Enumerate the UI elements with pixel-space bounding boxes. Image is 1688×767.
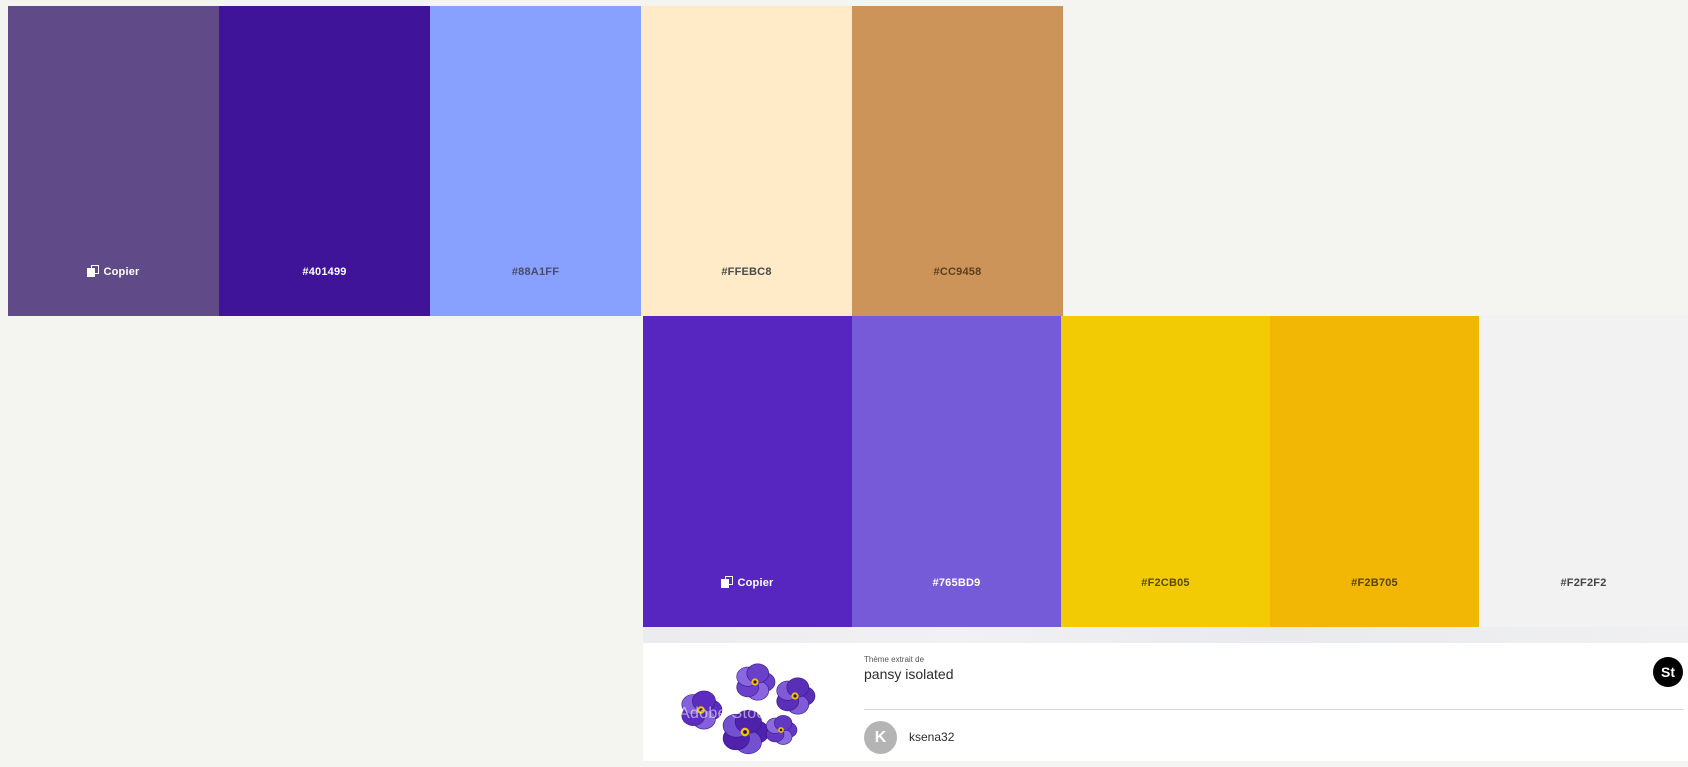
divider — [864, 709, 1684, 710]
swatch-label-text: #FFEBC8 — [721, 266, 772, 278]
copy-icon — [87, 265, 100, 278]
hex-code-label: #FFEBC8 — [641, 266, 852, 278]
copy-button[interactable]: Copier — [643, 576, 852, 589]
hex-code-label: #F2F2F2 — [1479, 577, 1688, 589]
swatch-label-text: Copier — [103, 265, 140, 278]
color-swatch[interactable]: #765BD9 — [852, 316, 1061, 627]
hex-code-label: #F2B705 — [1270, 577, 1479, 589]
theme-info-card: Adobe Stock Thème extrait de pansy isola… — [643, 643, 1688, 761]
swatch-label-text: #CC9458 — [933, 266, 982, 278]
adobe-stock-icon[interactable]: St — [1653, 657, 1683, 687]
color-swatch[interactable]: Copier — [8, 6, 219, 316]
pansy-flower — [736, 663, 776, 701]
avatar[interactable]: K — [864, 721, 897, 754]
theme-source-caption: Thème extrait de — [864, 655, 925, 664]
hex-code-label: #765BD9 — [852, 577, 1061, 589]
hex-code-label: #401499 — [219, 266, 430, 278]
color-swatch[interactable]: #F2CB05 — [1061, 316, 1270, 627]
color-swatch[interactable]: #88A1FF — [430, 6, 641, 316]
palette-bottom: Copier #765BD9 #F2CB05 #F2B705 #F2F2F2 — [643, 316, 1688, 627]
author-name[interactable]: ksena32 — [909, 730, 954, 744]
color-swatch[interactable]: Copier — [643, 316, 852, 627]
color-swatch[interactable]: #CC9458 — [852, 6, 1063, 316]
color-swatch[interactable]: #F2F2F2 — [1479, 316, 1688, 627]
copy-icon — [721, 576, 734, 589]
theme-title[interactable]: pansy isolated — [864, 666, 954, 682]
palette-top: Copier #401499 #88A1FF #FFEBC8 #CC9458 — [8, 6, 1063, 316]
color-swatch[interactable]: #F2B705 — [1270, 316, 1479, 627]
copy-button[interactable]: Copier — [8, 265, 219, 278]
pansy-flower — [776, 677, 816, 715]
hex-code-label: #CC9458 — [852, 266, 1063, 278]
color-swatch[interactable]: #FFEBC8 — [641, 6, 852, 316]
swatch-label-text: #88A1FF — [511, 266, 560, 278]
swatch-label-text: #765BD9 — [932, 577, 981, 589]
swatch-label-text: #401499 — [302, 266, 347, 278]
color-swatch[interactable]: #401499 — [219, 6, 430, 316]
pansy-thumbnail[interactable]: Adobe Stock — [657, 652, 825, 762]
adobe-stock-watermark: Adobe Stock — [679, 705, 774, 722]
palette-shadow-strip — [643, 627, 1688, 643]
hex-code-label: #F2CB05 — [1061, 577, 1270, 589]
swatch-label-text: #F2CB05 — [1141, 577, 1190, 589]
hex-code-label: #88A1FF — [430, 266, 641, 278]
swatch-label-text: #F2F2F2 — [1560, 577, 1607, 589]
swatch-label-text: #F2B705 — [1351, 577, 1398, 589]
swatch-label-text: Copier — [737, 576, 774, 589]
